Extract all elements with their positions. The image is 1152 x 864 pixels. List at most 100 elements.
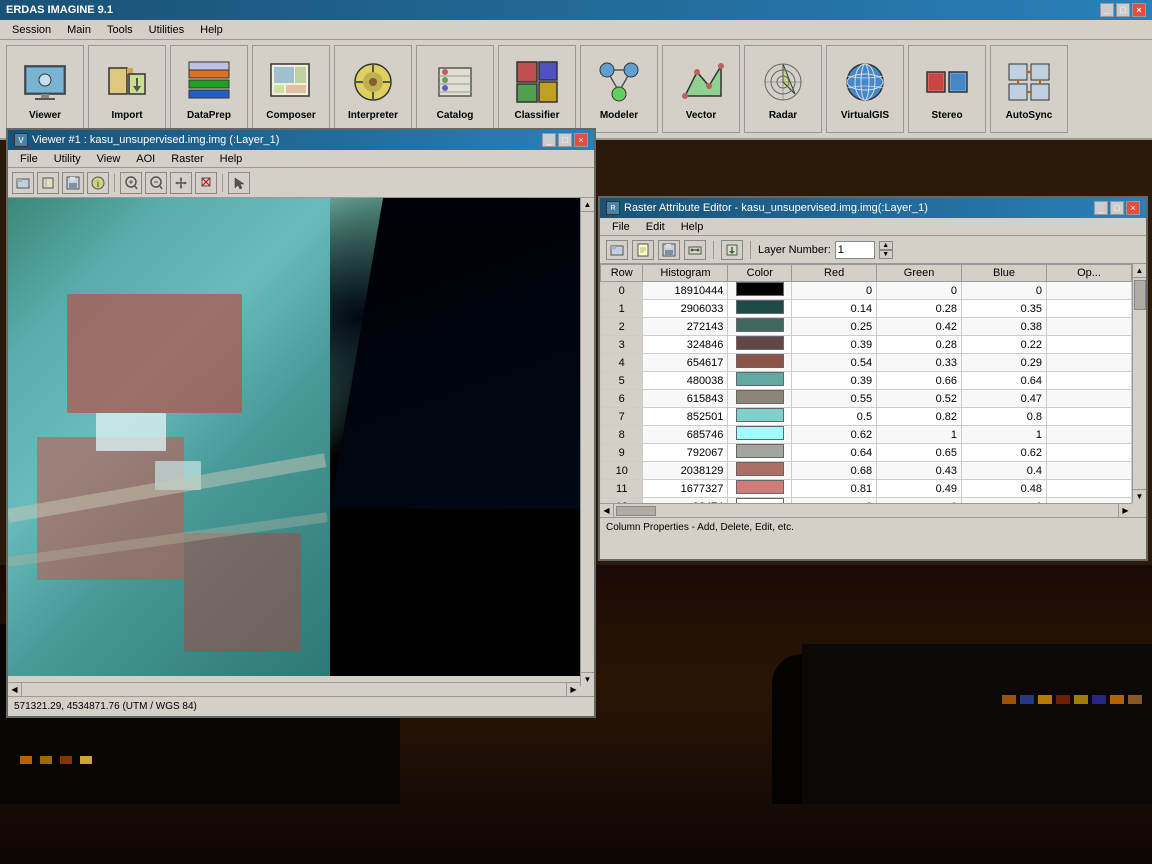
- cell-row-num: 5: [601, 372, 643, 390]
- toolbar-composer-button[interactable]: Composer: [252, 45, 330, 133]
- toolbar-stereo-button[interactable]: Stereo: [908, 45, 986, 133]
- viewer-scrollbar-v[interactable]: ▲ ▼: [580, 198, 594, 686]
- rae-sep1: [713, 241, 714, 259]
- toolbar-import-button[interactable]: Import: [88, 45, 166, 133]
- rae-open[interactable]: [606, 240, 628, 260]
- radar-icon: [759, 58, 807, 106]
- table-row: 54800380.390.660.64: [601, 372, 1132, 390]
- cell-color[interactable]: [728, 480, 792, 498]
- spin-down[interactable]: ▼: [879, 250, 893, 259]
- toolbar-virtualgis-button[interactable]: VirtualGIS: [826, 45, 904, 133]
- rae-menu-file[interactable]: File: [604, 220, 638, 234]
- cell-blue: 0.8: [962, 408, 1047, 426]
- cell-red: 0.5: [792, 408, 877, 426]
- cell-histogram: 852501: [643, 408, 728, 426]
- spin-up[interactable]: ▲: [879, 241, 893, 250]
- cell-histogram: 615843: [643, 390, 728, 408]
- cell-color[interactable]: [728, 408, 792, 426]
- viewer-window-controls[interactable]: _ □ ×: [542, 133, 588, 147]
- viewer-menu-view[interactable]: View: [89, 152, 129, 166]
- scroll-down[interactable]: ▼: [581, 672, 594, 686]
- vt-zoom-out[interactable]: [145, 172, 167, 194]
- rae-scroll-thumb[interactable]: [1134, 280, 1146, 310]
- cell-color[interactable]: [728, 426, 792, 444]
- rae-import[interactable]: [721, 240, 743, 260]
- toolbar-vector-button[interactable]: Vector: [662, 45, 740, 133]
- viewer-menu-aoi[interactable]: AOI: [128, 152, 163, 166]
- toolbar-radar-button[interactable]: Radar: [744, 45, 822, 133]
- rae-scroll-up[interactable]: ▲: [1133, 264, 1146, 278]
- vt-zoom-in[interactable]: [120, 172, 142, 194]
- rae-h-thumb[interactable]: [616, 506, 656, 516]
- rae-window-controls[interactable]: _ □ ×: [1094, 201, 1140, 215]
- rae-maximize[interactable]: □: [1110, 201, 1124, 215]
- col-red: Red: [792, 265, 877, 282]
- viewer-menu-file[interactable]: File: [12, 152, 46, 166]
- cell-color[interactable]: [728, 318, 792, 336]
- close-button[interactable]: ×: [1132, 3, 1146, 17]
- rae-scrollbar-v[interactable]: ▲ ▼: [1132, 264, 1146, 503]
- maximize-button[interactable]: □: [1116, 3, 1130, 17]
- cell-color[interactable]: [728, 372, 792, 390]
- vt-save[interactable]: [62, 172, 84, 194]
- cell-color[interactable]: [728, 300, 792, 318]
- menu-help[interactable]: Help: [192, 23, 231, 37]
- cell-color[interactable]: [728, 390, 792, 408]
- rae-minimize[interactable]: _: [1094, 201, 1108, 215]
- vt-info[interactable]: i: [87, 172, 109, 194]
- composer-icon: [267, 58, 315, 106]
- layer-number-spinner[interactable]: ▲ ▼: [879, 241, 893, 259]
- rae-menu-help[interactable]: Help: [673, 220, 712, 234]
- toolbar-viewer-button[interactable]: Viewer: [6, 45, 84, 133]
- toolbar-autosync-button[interactable]: AutoSync: [990, 45, 1068, 133]
- cell-color[interactable]: [728, 282, 792, 300]
- layer-number-input[interactable]: [835, 241, 875, 259]
- cell-color[interactable]: [728, 354, 792, 372]
- import-icon: [103, 58, 151, 106]
- cell-color[interactable]: [728, 336, 792, 354]
- rae-close[interactable]: ×: [1126, 201, 1140, 215]
- rae-scroll-down[interactable]: ▼: [1133, 489, 1146, 503]
- viewer-close[interactable]: ×: [574, 133, 588, 147]
- toolbar-catalog-button[interactable]: Catalog: [416, 45, 494, 133]
- cell-color[interactable]: [728, 462, 792, 480]
- window-controls[interactable]: _ □ ×: [1100, 3, 1146, 17]
- viewer-image-area[interactable]: [8, 198, 594, 676]
- cell-histogram: 2906033: [643, 300, 728, 318]
- viewer-scrollbar-h[interactable]: ◀ ▶: [8, 682, 580, 696]
- minimize-button[interactable]: _: [1100, 3, 1114, 17]
- toolbar-interpreter-button[interactable]: Interpreter: [334, 45, 412, 133]
- vector-label: Vector: [686, 110, 717, 121]
- vt-inquire[interactable]: [195, 172, 217, 194]
- scroll-right[interactable]: ▶: [566, 683, 580, 696]
- rae-scrollbar-h[interactable]: ◀ ▶: [600, 503, 1132, 517]
- rae-menu-edit[interactable]: Edit: [638, 220, 673, 234]
- viewer-menu-help[interactable]: Help: [212, 152, 251, 166]
- menu-main[interactable]: Main: [59, 23, 99, 37]
- vt-open[interactable]: [12, 172, 34, 194]
- rae-properties[interactable]: [684, 240, 706, 260]
- vt-arrow[interactable]: [228, 172, 250, 194]
- toolbar-modeler-button[interactable]: Modeler: [580, 45, 658, 133]
- vt-pan[interactable]: [170, 172, 192, 194]
- menu-tools[interactable]: Tools: [99, 23, 141, 37]
- toolbar-dataprep-button[interactable]: DataPrep: [170, 45, 248, 133]
- toolbar-classifier-button[interactable]: Classifier: [498, 45, 576, 133]
- viewer-maximize[interactable]: □: [558, 133, 572, 147]
- viewer-icon-small: V: [14, 133, 28, 147]
- rae-scroll-right[interactable]: ▶: [1118, 504, 1132, 517]
- scroll-up[interactable]: ▲: [581, 198, 594, 212]
- scroll-left[interactable]: ◀: [8, 683, 22, 696]
- rae-table-scroll[interactable]: Row Histogram Color Red Green Blue Op...…: [600, 264, 1146, 503]
- cell-color[interactable]: [728, 444, 792, 462]
- menu-utilities[interactable]: Utilities: [141, 23, 192, 37]
- viewer-menu-utility[interactable]: Utility: [46, 152, 89, 166]
- col-green: Green: [877, 265, 962, 282]
- rae-save[interactable]: [658, 240, 680, 260]
- rae-new[interactable]: [632, 240, 654, 260]
- vt-open2[interactable]: [37, 172, 59, 194]
- viewer-minimize[interactable]: _: [542, 133, 556, 147]
- menu-session[interactable]: Session: [4, 23, 59, 37]
- rae-scroll-left[interactable]: ◀: [600, 504, 614, 517]
- viewer-menu-raster[interactable]: Raster: [163, 152, 211, 166]
